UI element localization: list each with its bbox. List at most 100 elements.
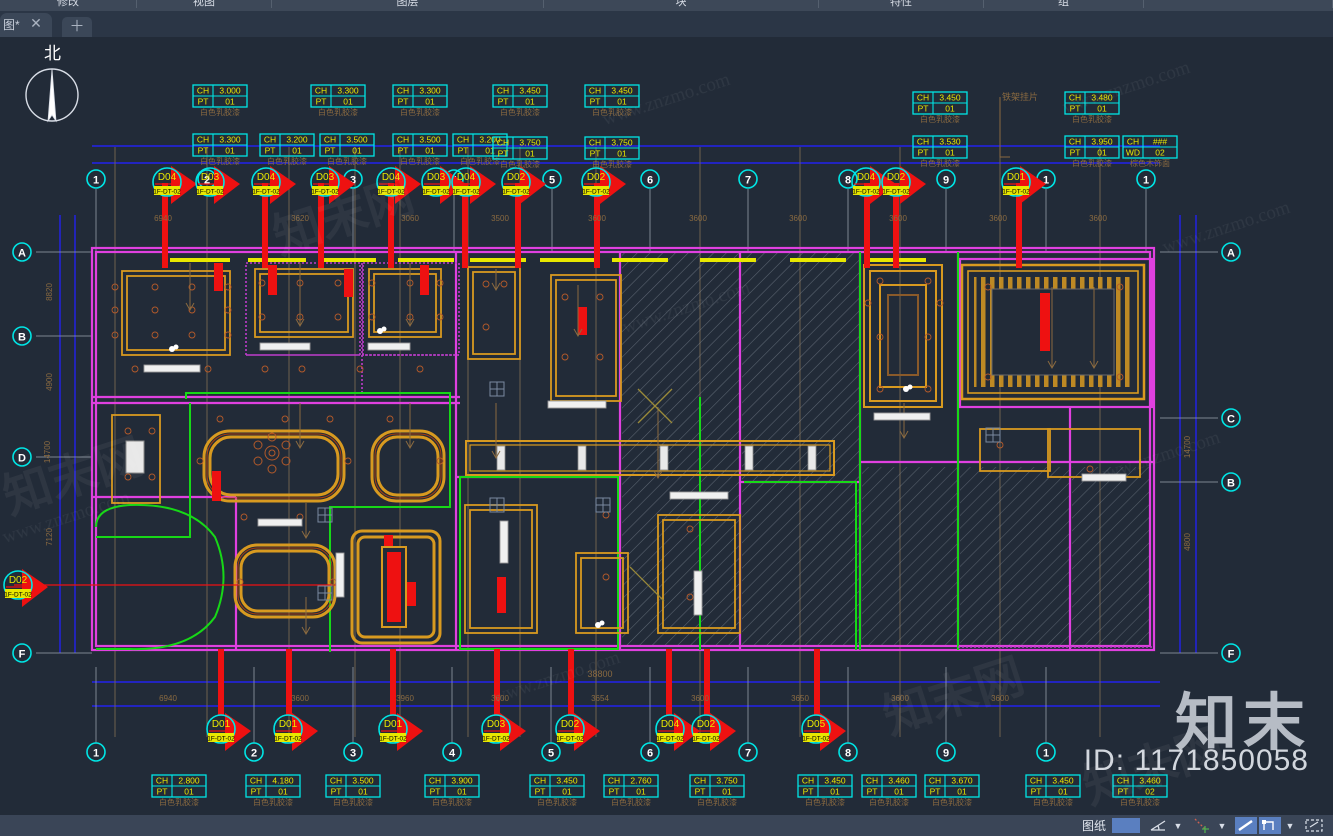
ceiling-tag[interactable]: CH 3.450 PT 01白色乳胶漆: [912, 91, 968, 124]
ceiling-tag[interactable]: CH 3.750 PT 01白色乳胶漆: [584, 136, 640, 169]
ceiling-tag[interactable]: CH 3.450 PT 01白色乳胶漆: [1025, 774, 1081, 807]
close-icon[interactable]: ✕: [28, 15, 44, 31]
document-tab-bar[interactable]: 图* ✕ ＋: [0, 11, 1333, 37]
ceiling-tag[interactable]: CH 3.460 PT 02白色乳胶漆: [1112, 774, 1168, 807]
grid-bubble[interactable]: 5: [541, 742, 561, 762]
ceiling-tag[interactable]: CH 3.200 PT 01白色乳胶漆: [259, 133, 315, 166]
door-marker[interactable]: D05 1F-DT-02: [801, 713, 846, 751]
menu-item-4[interactable]: 特性: [819, 0, 984, 8]
door-marker-sub: 1F-DT-02: [252, 189, 280, 196]
grid-bubble[interactable]: 6: [640, 742, 660, 762]
door-marker[interactable]: D01 1F-DT-02: [206, 713, 251, 751]
isolate-icon[interactable]: [1303, 817, 1325, 834]
door-marker[interactable]: D01 1F-DT-02: [1001, 166, 1046, 204]
grid-bubble[interactable]: 4: [442, 742, 462, 762]
grid-bubble[interactable]: 5: [542, 169, 562, 189]
plus-icon[interactable]: ＋: [62, 17, 92, 37]
caret-down-icon[interactable]: ▼: [1283, 817, 1297, 834]
menu-item-3[interactable]: 块: [544, 0, 819, 8]
ceiling-tag-material-code: PT: [1031, 787, 1042, 797]
ceiling-tag[interactable]: CH 3.480 PT 01白色乳胶漆: [1064, 91, 1120, 124]
door-marker-sub: 1F-DT-02: [582, 189, 610, 196]
grid-bubble[interactable]: 8: [838, 742, 858, 762]
rounded-ceiling-islands: [202, 429, 446, 645]
menu-bar[interactable]: 修改 视图 图层 块 特性 组: [0, 0, 1333, 11]
ceiling-tag-material-code: PT: [498, 97, 509, 107]
dimension-text: 4900: [45, 373, 54, 391]
grid-bubble[interactable]: 2: [244, 742, 264, 762]
ceiling-tag-material-num: 01: [278, 787, 288, 797]
grid-bubble[interactable]: 1: [1136, 169, 1156, 189]
ceiling-tag[interactable]: CH 2.760 PT 01白色乳胶漆: [603, 774, 659, 807]
grid-bubble[interactable]: 6: [640, 169, 660, 189]
ceiling-tag[interactable]: CH 3.300 PT 01白色乳胶漆: [310, 84, 366, 117]
ceiling-tag[interactable]: CH 3.500 PT 01白色乳胶漆: [319, 133, 375, 166]
drawing-canvas[interactable]: 12345678911 1234567891 ABDF ACBF D041F-D…: [0, 37, 1333, 815]
door-marker[interactable]: D04 1F-DT-02: [376, 166, 421, 204]
ceiling-tag[interactable]: CH 3.000 PT 01白色乳胶漆: [192, 84, 248, 117]
angle-icon[interactable]: [1147, 817, 1169, 834]
door-marker[interactable]: D04 1F-DT-02: [152, 166, 197, 204]
grid-bubble[interactable]: D: [12, 447, 32, 467]
osnap-icon[interactable]: [1191, 817, 1213, 834]
ceiling-tag[interactable]: CH 3.460 PT 01白色乳胶漆: [861, 774, 917, 807]
grid-bubble[interactable]: B: [12, 326, 32, 346]
caret-down-icon[interactable]: ▼: [1171, 817, 1185, 834]
grid-bubble[interactable]: 1: [1036, 742, 1056, 762]
ceiling-tag[interactable]: CH 3.750 PT 01白色乳胶漆: [689, 774, 745, 807]
ceiling-tag[interactable]: CH 3.670 PT 01白色乳胶漆: [924, 774, 980, 807]
menu-item-0[interactable]: 修改: [0, 0, 137, 8]
grid-bubble[interactable]: F: [12, 643, 32, 663]
ceiling-tag[interactable]: CH 3.450 PT 01白色乳胶漆: [529, 774, 585, 807]
ceiling-tag[interactable]: CH 3.500 PT 01白色乳胶漆: [392, 133, 448, 166]
ceiling-tag-material-code: PT: [198, 97, 209, 107]
ceiling-tag[interactable]: CH 3.530 PT 01白色乳胶漆: [912, 135, 968, 168]
door-marker[interactable]: D02 1F-DT-02: [3, 569, 48, 607]
door-marker[interactable]: D03 1F-DT-02: [195, 166, 240, 204]
ceiling-tag[interactable]: CH 3.500 PT 01白色乳胶漆: [325, 774, 381, 807]
ceiling-tag-material-num: 01: [425, 146, 435, 156]
ceiling-tag[interactable]: CH 3.450 PT 01白色乳胶漆: [492, 84, 548, 117]
ceiling-tag[interactable]: CH 2.800 PT 01白色乳胶漆: [151, 774, 207, 807]
ceiling-tag[interactable]: CH 3.450 PT 01白色乳胶漆: [797, 774, 853, 807]
grid-bubble[interactable]: 9: [936, 742, 956, 762]
ceiling-tag[interactable]: CH ### WD 02棕色木饰面: [1122, 135, 1178, 168]
door-marker[interactable]: D03 1F-DT-02: [481, 713, 526, 751]
grid-bubble[interactable]: F: [1221, 643, 1241, 663]
ceiling-tag[interactable]: CH 3.950 PT 01白色乳胶漆: [1064, 135, 1120, 168]
ceiling-tag[interactable]: CH 4.180 PT 01白色乳胶漆: [245, 774, 301, 807]
grid-bubble[interactable]: A: [12, 242, 32, 262]
menu-item-6[interactable]: [1144, 0, 1333, 8]
grid-bubble[interactable]: 9: [936, 169, 956, 189]
door-marker[interactable]: D01 1F-DT-02: [273, 713, 318, 751]
grid-bubble[interactable]: 3: [343, 742, 363, 762]
ceiling-tag[interactable]: CH 3.450 PT 01白色乳胶漆: [584, 84, 640, 117]
door-marker[interactable]: D01 1F-DT-02: [378, 713, 423, 751]
grid-bubble[interactable]: B: [1221, 472, 1241, 492]
door-marker-id: D02: [561, 719, 580, 730]
grid-bubble[interactable]: 7: [738, 742, 758, 762]
door-marker[interactable]: D02 1F-DT-02: [501, 166, 546, 204]
color-swatch[interactable]: [1112, 818, 1140, 833]
grid-bubble[interactable]: A: [1221, 242, 1241, 262]
ceiling-tag[interactable]: CH 3.900 PT 01白色乳胶漆: [424, 774, 480, 807]
menu-item-1[interactable]: 视图: [137, 0, 272, 8]
lineweight-icon[interactable]: [1235, 817, 1257, 834]
grid-bubble[interactable]: 8: [838, 169, 858, 189]
caret-down-icon[interactable]: ▼: [1215, 817, 1229, 834]
menu-item-2[interactable]: 图层: [272, 0, 544, 8]
grid-bubble[interactable]: 1: [86, 169, 106, 189]
grid-bubble[interactable]: 1: [86, 742, 106, 762]
ceiling-tag[interactable]: CH 3.300 PT 01白色乳胶漆: [192, 133, 248, 166]
grid-bubble[interactable]: C: [1221, 408, 1241, 428]
ucs-icon[interactable]: [1259, 817, 1281, 834]
door-marker[interactable]: D04 1F-DT-02: [655, 713, 700, 751]
door-marker[interactable]: D02 1F-DT-02: [581, 166, 626, 204]
ceiling-tag-material-num: 01: [343, 97, 353, 107]
grid-bubble[interactable]: 7: [738, 169, 758, 189]
status-bar[interactable]: 图纸 ▼ ▼ ▼: [0, 815, 1333, 836]
menu-item-5[interactable]: 组: [984, 0, 1144, 8]
door-marker[interactable]: D02 1F-DT-02: [555, 713, 600, 751]
ceiling-tag[interactable]: CH 3.300 PT 01白色乳胶漆: [392, 84, 448, 117]
document-tab[interactable]: 图*: [0, 13, 52, 37]
